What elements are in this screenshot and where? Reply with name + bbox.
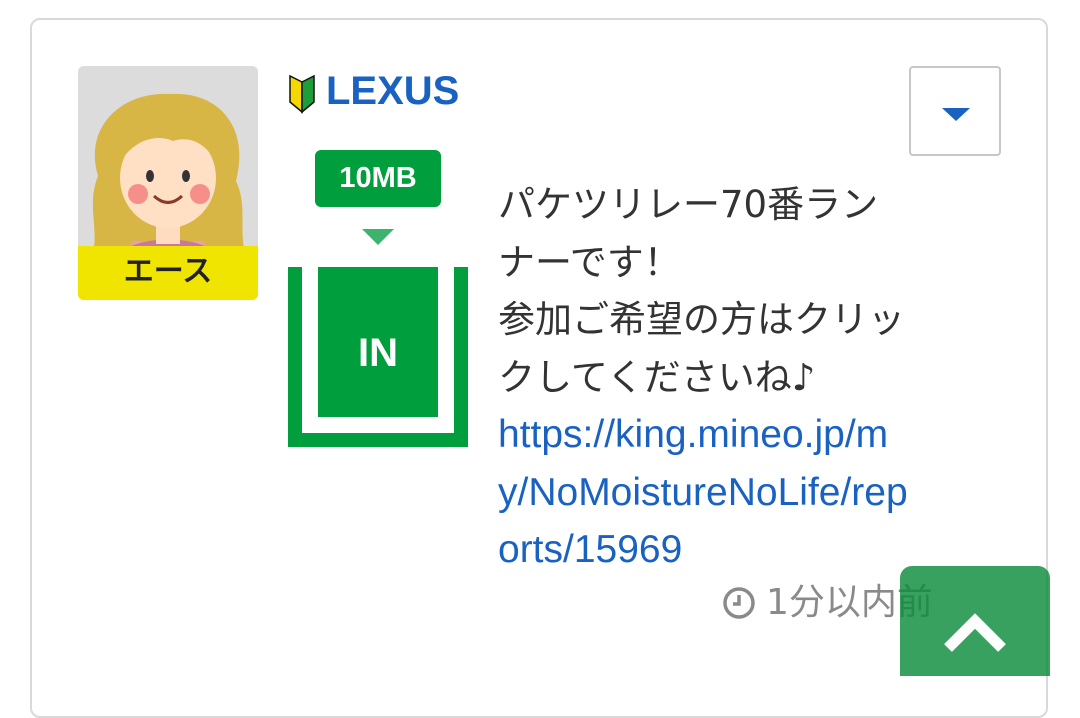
message-line: 参加ご希望の方はクリッ xyxy=(498,298,905,341)
clock-icon xyxy=(723,587,755,619)
message-line: ナーです！ xyxy=(498,240,681,284)
post-menu-button[interactable] xyxy=(909,66,1001,156)
author-avatar[interactable]: エース xyxy=(78,66,258,300)
arrow-down-icon xyxy=(362,229,394,245)
beginner-mark-icon xyxy=(289,74,315,114)
author-name[interactable]: LEXUS xyxy=(326,66,459,116)
post-message: パケツリレー70番ラン ナーです！ 参加ご希望の方はクリッ クしてくださいね♪ … xyxy=(498,176,968,579)
report-link[interactable]: https://king.mineo.jp/m xyxy=(498,406,968,464)
chevron-down-icon xyxy=(942,108,970,121)
message-line: パケツリレー70番ラン xyxy=(498,183,879,226)
rank-badge: エース xyxy=(78,246,258,300)
data-amount-badge: 10MB xyxy=(315,150,441,207)
report-link[interactable]: orts/15969 xyxy=(498,521,968,579)
report-link[interactable]: y/NoMoistureNoLife/rep xyxy=(498,464,968,522)
chevron-up-icon xyxy=(944,613,1006,652)
message-line: クしてくださいね♪ xyxy=(498,355,816,399)
transfer-direction: IN xyxy=(318,267,438,417)
